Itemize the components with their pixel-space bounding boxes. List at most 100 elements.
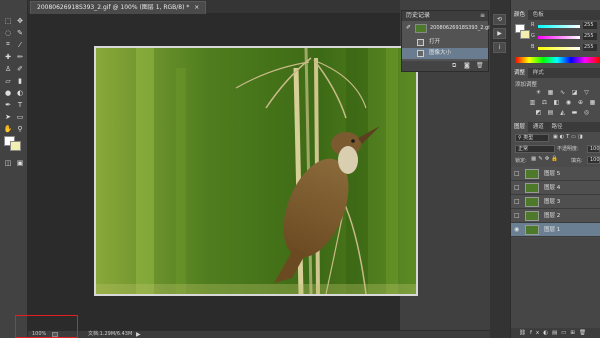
quick-mask-icon[interactable]: ◫ — [3, 158, 13, 167]
path-select-icon[interactable]: ➤ — [3, 112, 13, 121]
slider-r-track[interactable] — [538, 25, 580, 28]
history-panel-icon[interactable]: ⟲ — [493, 14, 506, 25]
opacity-input[interactable]: 100% — [587, 145, 600, 153]
layer-row[interactable]: □ 图层 3 — [511, 195, 600, 209]
slider-g-track[interactable] — [538, 36, 580, 39]
blend-mode-select[interactable]: 正常 — [515, 145, 555, 153]
posterize-icon[interactable]: ▤ — [547, 109, 554, 116]
vibrance-icon[interactable]: ▽ — [583, 89, 590, 96]
curves-icon[interactable]: ∿ — [559, 89, 566, 96]
levels-icon[interactable]: ▦ — [547, 89, 554, 96]
image-size-icon — [417, 50, 424, 57]
canvas-image[interactable] — [94, 46, 418, 296]
tab-channels[interactable]: 通道 — [530, 122, 547, 132]
blur-icon[interactable]: ● — [3, 88, 13, 97]
tab-swatches[interactable]: 色板 — [530, 10, 547, 20]
layer-filter-icons[interactable]: ▣◐T▭◨ — [553, 134, 599, 142]
layer-row[interactable]: □ 图层 2 — [511, 209, 600, 223]
layer-row-selected[interactable]: ◉ 图层 1 — [511, 223, 600, 237]
photo-filter-icon[interactable]: ◉ — [565, 99, 572, 106]
history-brush-icon[interactable]: ✐ — [15, 64, 25, 73]
slider-b-track[interactable] — [538, 47, 580, 50]
layer-name: 图层 5 — [544, 171, 561, 177]
screen-mode-icon[interactable]: ▣ — [15, 158, 25, 167]
background-color-swatch[interactable] — [10, 141, 21, 151]
shape-icon[interactable]: ▭ — [15, 112, 25, 121]
layer-visibility-toggle[interactable]: □ — [514, 171, 520, 177]
highlight-box — [15, 315, 78, 338]
color-spectrum-bar[interactable] — [515, 57, 599, 63]
color-bg-swatch[interactable] — [520, 30, 530, 39]
selective-color-icon[interactable]: ◎ — [583, 109, 590, 116]
slider-r[interactable]: R 255 — [531, 22, 599, 30]
color-lookup-icon[interactable]: ▦ — [589, 99, 596, 106]
tab-color[interactable]: 颜色 — [511, 10, 529, 20]
color-panel-tabs: 颜色 色板 — [511, 10, 600, 20]
slider-g[interactable]: G 255 — [531, 33, 599, 41]
slider-r-value[interactable]: 255 — [583, 22, 597, 29]
crop-icon[interactable]: ⌗ — [3, 40, 13, 49]
layers-panel-tabs: 图层 通道 路径 — [511, 122, 600, 132]
brush-icon[interactable]: ✏ — [15, 52, 25, 61]
threshold-icon[interactable]: ◭ — [559, 109, 566, 116]
history-item[interactable]: 打开 — [402, 37, 488, 48]
channel-mixer-icon[interactable]: ⊕ — [577, 99, 584, 106]
history-snapshot[interactable]: ✐ 20080626918S393_2.gif — [402, 22, 491, 36]
tab-paths[interactable]: 路径 — [549, 122, 566, 132]
history-item-selected[interactable]: 图像大小 — [402, 48, 488, 59]
heal-icon[interactable]: ✚ — [3, 52, 13, 61]
info-panel-icon[interactable]: i — [493, 42, 506, 53]
gradient-icon[interactable]: ▮ — [15, 76, 25, 85]
history-panel: 历史记录 ≡ ✐ 20080626918S393_2.gif 打开 图像大小 ⧉… — [401, 10, 491, 72]
actions-panel-icon[interactable]: ▶ — [493, 28, 506, 39]
slider-g-value[interactable]: 255 — [583, 33, 597, 40]
gradient-map-icon[interactable]: ▬ — [571, 109, 578, 116]
close-tab-icon[interactable]: × — [194, 4, 199, 11]
invert-icon[interactable]: ◩ — [535, 109, 542, 116]
dodge-icon[interactable]: ◐ — [15, 88, 25, 97]
fill-input[interactable]: 100% — [587, 156, 600, 164]
eraser-icon[interactable]: ▱ — [3, 76, 13, 85]
brightness-icon[interactable]: ☀ — [535, 89, 542, 96]
type-icon[interactable]: T — [15, 100, 25, 109]
layer-row[interactable]: □ 图层 4 — [511, 181, 600, 195]
hue-sat-icon[interactable]: ▥ — [529, 99, 536, 106]
canvas-area[interactable] — [28, 14, 418, 330]
pen-icon[interactable]: ✒ — [3, 100, 13, 109]
tab-layers[interactable]: 图层 — [511, 122, 529, 132]
layer-visibility-toggle[interactable]: □ — [514, 185, 520, 191]
history-menu-icon[interactable]: ≡ — [480, 12, 485, 19]
zoom-icon[interactable]: ⚲ — [15, 124, 25, 133]
right-panel-stack: 颜色 色板 R 255 G 255 B 255 调整 样式 添加调整 ☀ ▦ ∿ — [510, 0, 600, 338]
history-source-icon[interactable]: ✐ — [406, 22, 411, 33]
layer-visibility-toggle[interactable]: □ — [514, 199, 520, 205]
color-balance-icon[interactable]: ⚖ — [541, 99, 548, 106]
eyedropper-icon[interactable]: ⁄ — [15, 40, 25, 49]
slider-b-value[interactable]: 255 — [583, 44, 597, 51]
layer-row[interactable]: □ 图层 5 — [511, 167, 600, 181]
trash-icon[interactable]: 🗑 — [476, 62, 484, 69]
lock-icons[interactable]: ▦✎✥🔒 — [531, 156, 560, 162]
marquee-icon[interactable]: ⬚ — [3, 16, 13, 25]
hand-icon[interactable]: ✋ — [3, 124, 13, 133]
slider-r-label: R — [531, 22, 535, 28]
layer-visibility-toggle[interactable]: □ — [514, 213, 520, 219]
lasso-icon[interactable]: ◌ — [3, 28, 13, 37]
layer-filter-select[interactable]: ⚲ 类型 — [515, 134, 549, 142]
bird-photo — [96, 48, 416, 294]
new-doc-from-state-icon[interactable]: ⧉ — [452, 62, 456, 70]
status-arrow-icon[interactable]: ▶ — [136, 331, 141, 338]
black-white-icon[interactable]: ◧ — [553, 99, 560, 106]
history-item-label: 图像大小 — [429, 50, 452, 56]
snapshot-camera-icon[interactable]: ◙ — [464, 62, 470, 69]
eye-icon[interactable]: ◉ — [514, 227, 520, 233]
document-tab[interactable]: 20080626918S393_2.gif @ 100% (图层 1, RGB/… — [30, 1, 207, 14]
exposure-icon[interactable]: ◪ — [571, 89, 578, 96]
slider-b[interactable]: B 255 — [531, 44, 599, 52]
tab-styles[interactable]: 样式 — [530, 68, 547, 78]
quick-select-icon[interactable]: ✎ — [15, 28, 25, 37]
move-icon[interactable]: ✥ — [15, 16, 25, 25]
layers-footer-icons[interactable]: ⛓fx◐▤▭⊞🗑 — [511, 328, 600, 338]
tab-adjustments[interactable]: 调整 — [511, 68, 529, 78]
stamp-icon[interactable]: ♙ — [3, 64, 13, 73]
